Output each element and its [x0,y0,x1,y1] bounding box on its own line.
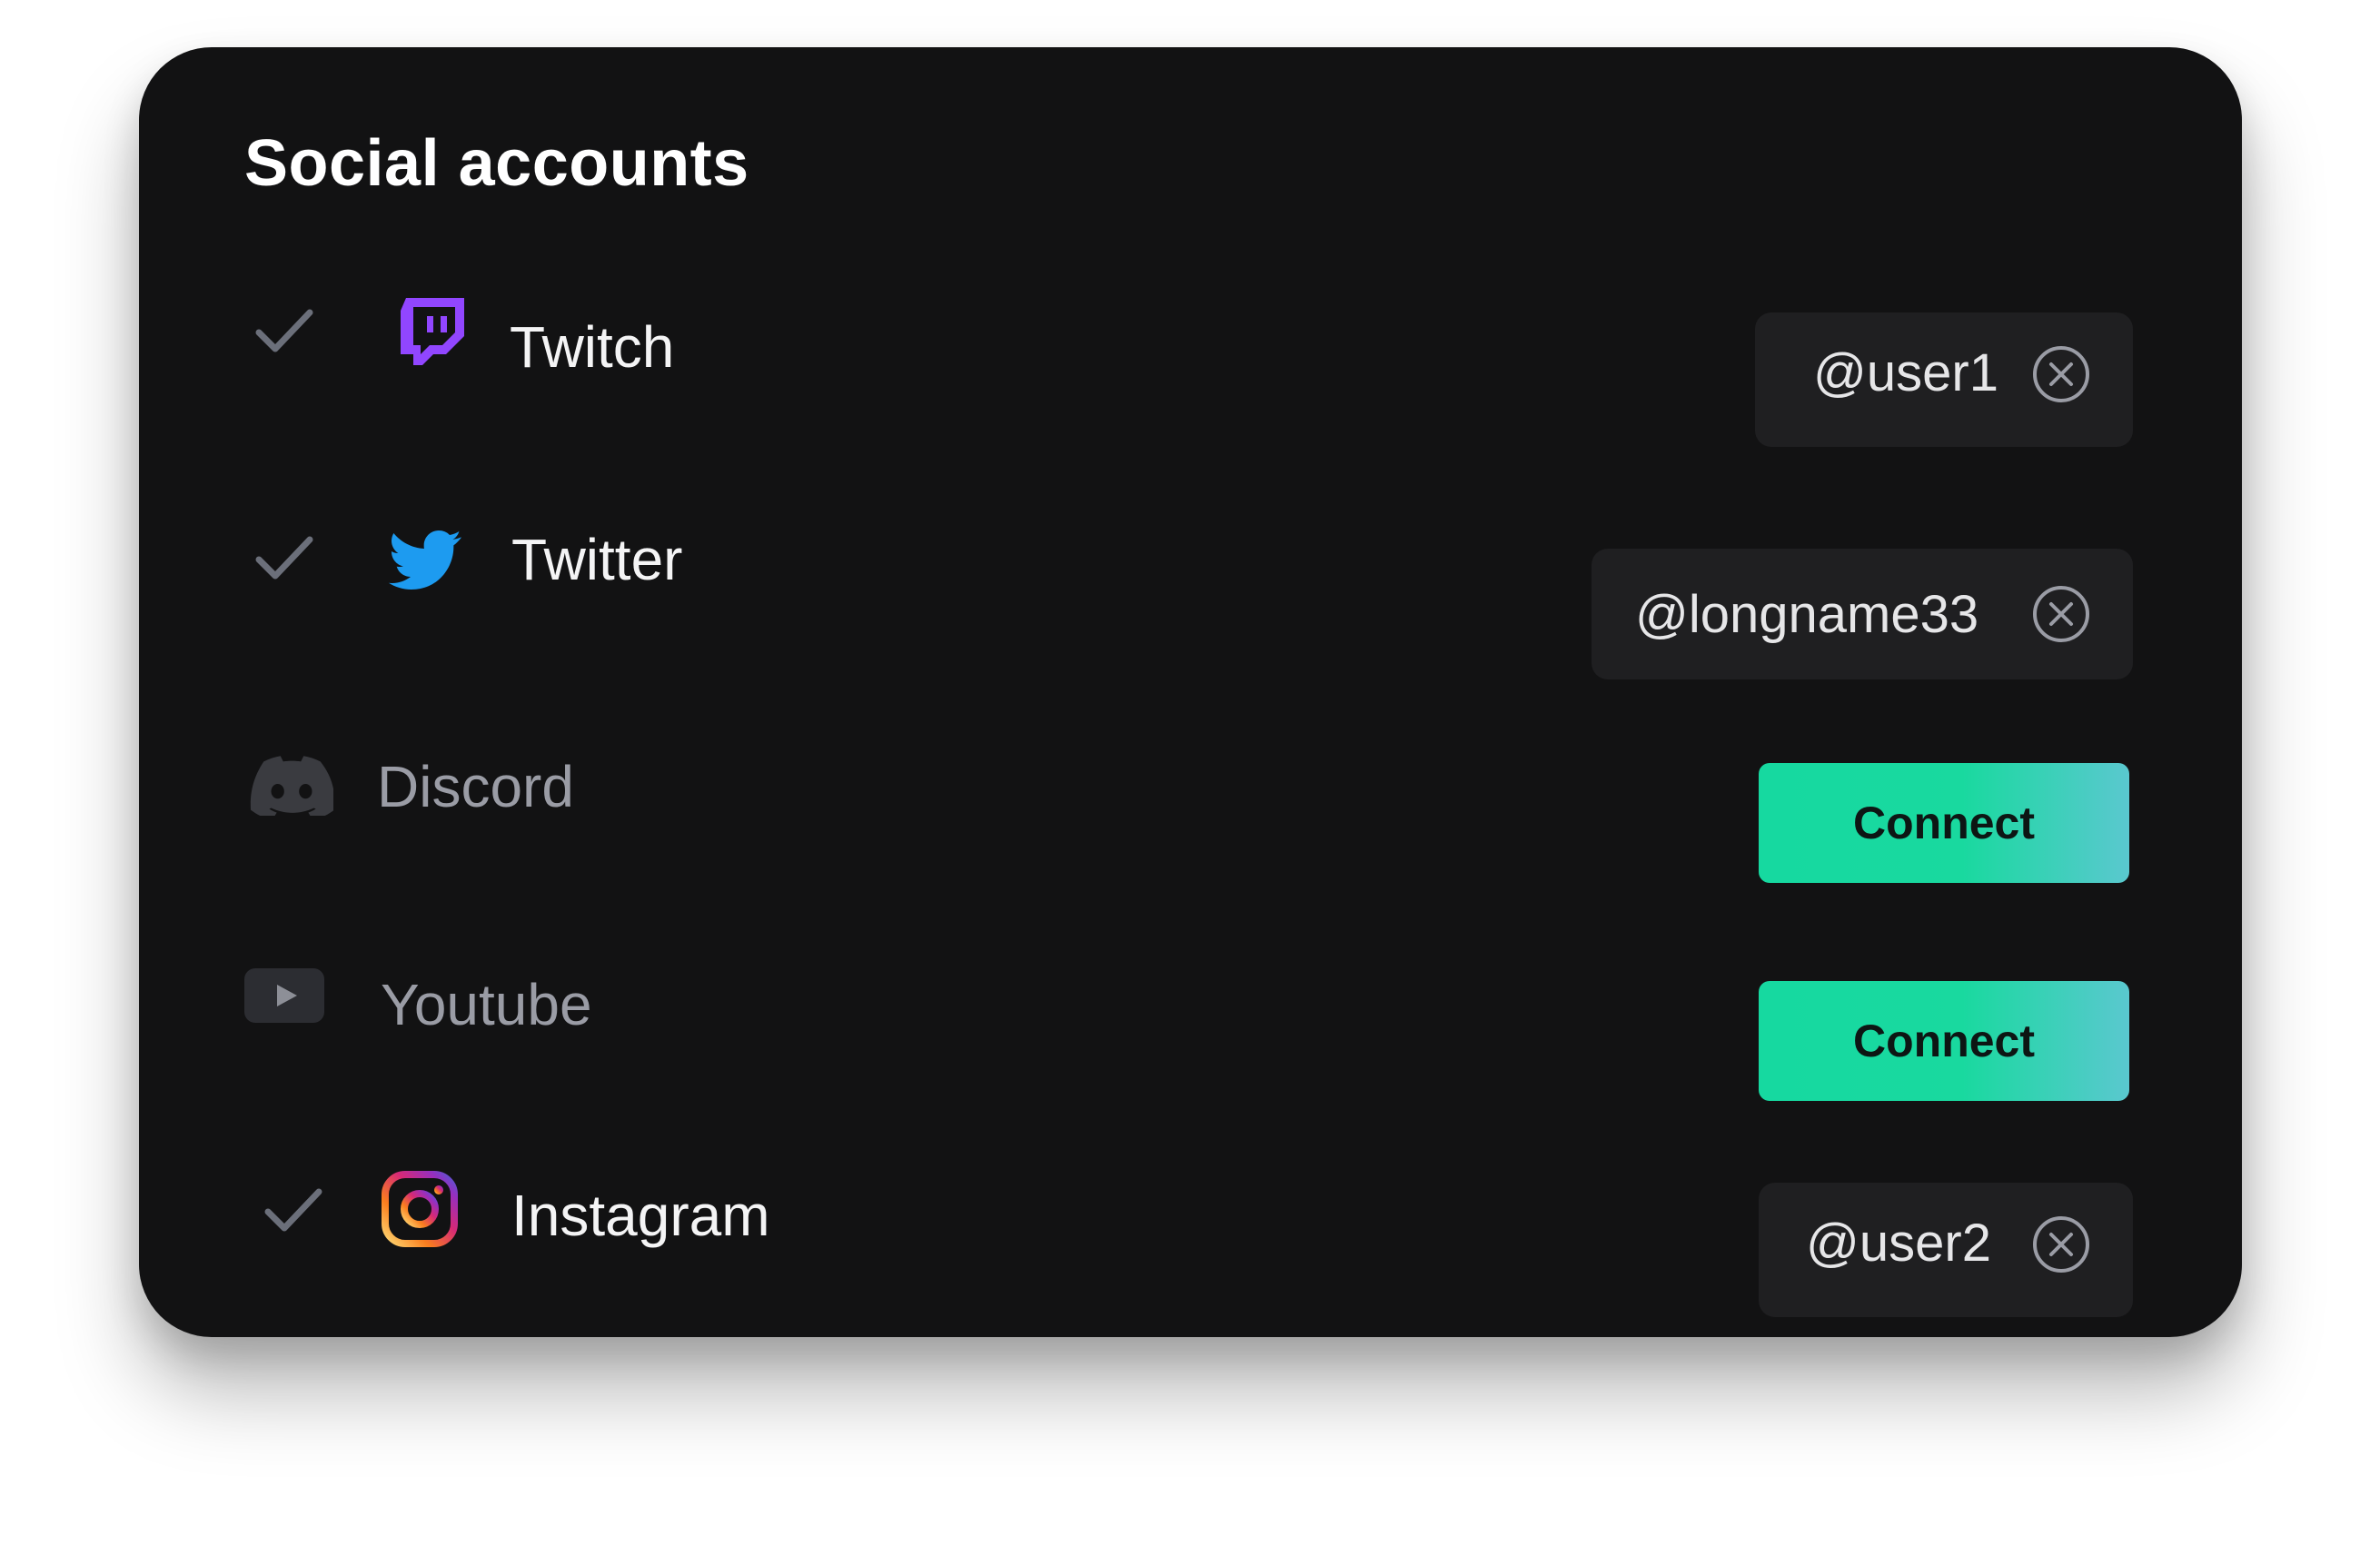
remove-instagram-button[interactable] [2031,1214,2091,1274]
handle-field-instagram: @user2 [1759,1183,2133,1317]
instagram-icon [382,1171,458,1247]
connect-discord-button[interactable]: Connect [1759,763,2129,883]
account-name-instagram: Instagram [511,1183,770,1248]
panel-title: Social accounts [244,127,749,200]
handle-text-twitch: @user1 [1813,343,1998,402]
account-row-twitter: Twitter @longname33 [139,501,2242,679]
social-accounts-card: Social accounts Twitch @user1 Twitter @l… [139,47,2242,1337]
youtube-icon [244,968,324,1023]
account-name-twitch: Twitch [510,314,675,380]
account-name-youtube: Youtube [381,972,592,1037]
check-icon [255,536,313,580]
handle-field-twitter: @longname33 [1592,549,2133,679]
account-row-instagram: Instagram @user2 [139,1137,2242,1317]
account-row-discord: Discord Connect [139,719,2242,883]
discord-icon [250,756,333,816]
handle-field-twitch: @user1 [1755,312,2133,447]
handle-text-twitter: @longname33 [1635,585,1979,644]
account-row-twitch: Twitch @user1 [139,256,2242,447]
check-icon [255,309,313,352]
account-name-discord: Discord [377,754,574,819]
account-name-twitter: Twitter [511,527,683,592]
handle-text-instagram: @user2 [1806,1214,1991,1273]
twitch-icon [401,298,464,365]
check-icon [264,1188,322,1232]
connect-youtube-button[interactable]: Connect [1759,981,2129,1101]
account-row-youtube: Youtube Connect [139,937,2242,1101]
twitter-icon [388,530,461,590]
remove-twitch-button[interactable] [2031,344,2091,404]
remove-twitter-button[interactable] [2031,584,2091,644]
